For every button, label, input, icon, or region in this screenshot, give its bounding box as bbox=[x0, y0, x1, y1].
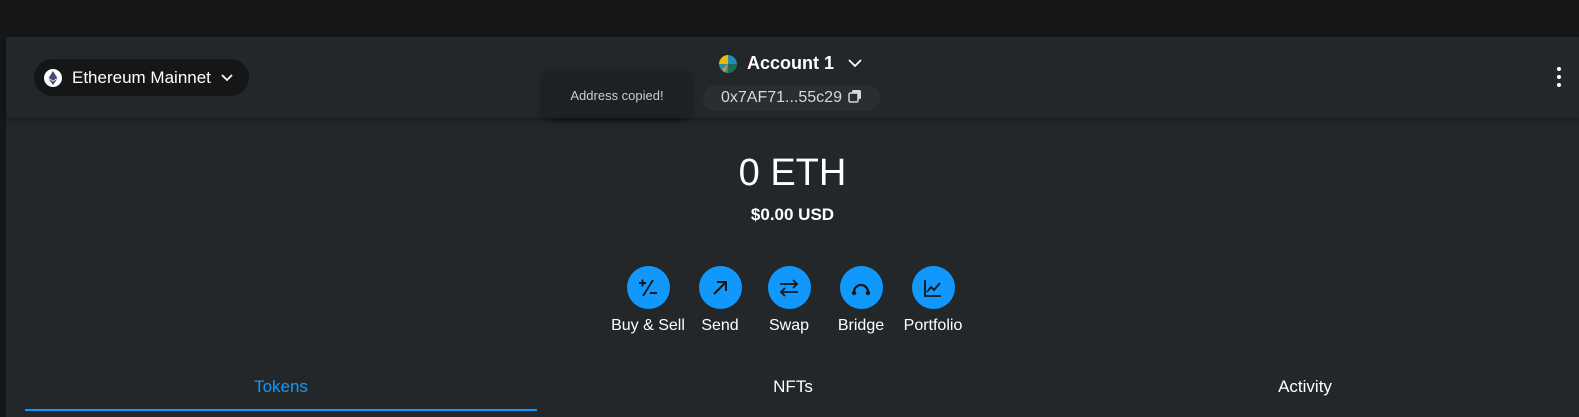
action-label: Buy & Sell bbox=[611, 317, 685, 334]
balance-fiat: $0.00 USD bbox=[750, 205, 835, 224]
ethereum-icon bbox=[44, 68, 62, 87]
account-name: Account 1 bbox=[747, 53, 835, 73]
jazzicon-avatar bbox=[719, 54, 737, 73]
account-address: 0x7AF71...55c29 bbox=[721, 89, 842, 106]
account-picker-button[interactable]: Account 1 bbox=[719, 53, 862, 74]
chart-icon bbox=[911, 266, 955, 309]
address-copied-tooltip: Address copied! bbox=[544, 72, 690, 118]
network-label: Ethereum Mainnet bbox=[72, 67, 211, 87]
buy-sell-button[interactable]: Buy & Sell bbox=[609, 266, 687, 335]
send-button[interactable]: Send bbox=[687, 266, 753, 335]
network-picker-button[interactable]: Ethereum Mainnet bbox=[34, 59, 249, 96]
bridge-icon bbox=[839, 266, 883, 309]
action-label: Send bbox=[701, 317, 739, 334]
tab-nfts[interactable]: NFTs bbox=[537, 367, 1049, 411]
wallet-app: Ethereum Mainnet Account 1 0x7AF71...55c… bbox=[6, 37, 1579, 417]
swap-arrows-icon bbox=[767, 266, 811, 309]
copy-icon bbox=[848, 89, 862, 108]
app-header: Ethereum Mainnet Account 1 0x7AF71...55c… bbox=[6, 37, 1579, 118]
portfolio-button[interactable]: Portfolio bbox=[897, 266, 969, 335]
tab-activity[interactable]: Activity bbox=[1049, 367, 1561, 411]
action-label: Swap bbox=[768, 317, 810, 334]
chevron-down-icon bbox=[848, 55, 862, 73]
asset-tabs: Tokens NFTs Activity bbox=[25, 367, 1561, 411]
kebab-menu-icon[interactable] bbox=[1553, 67, 1565, 87]
action-label: Portfolio bbox=[903, 317, 963, 334]
wallet-actions: Buy & Sell Send Swap Bridge Portfolio bbox=[609, 266, 969, 335]
buy-sell-icon bbox=[626, 266, 670, 309]
arrow-up-right-icon bbox=[698, 266, 742, 309]
action-label: Bridge bbox=[837, 317, 885, 334]
swap-button[interactable]: Swap bbox=[753, 266, 825, 335]
balance-primary: 0 ETH bbox=[738, 152, 847, 194]
copy-address-button[interactable]: 0x7AF71...55c29 bbox=[703, 85, 880, 111]
chevron-down-icon bbox=[221, 69, 233, 87]
tab-tokens[interactable]: Tokens bbox=[25, 367, 537, 411]
bridge-button[interactable]: Bridge bbox=[825, 266, 897, 335]
